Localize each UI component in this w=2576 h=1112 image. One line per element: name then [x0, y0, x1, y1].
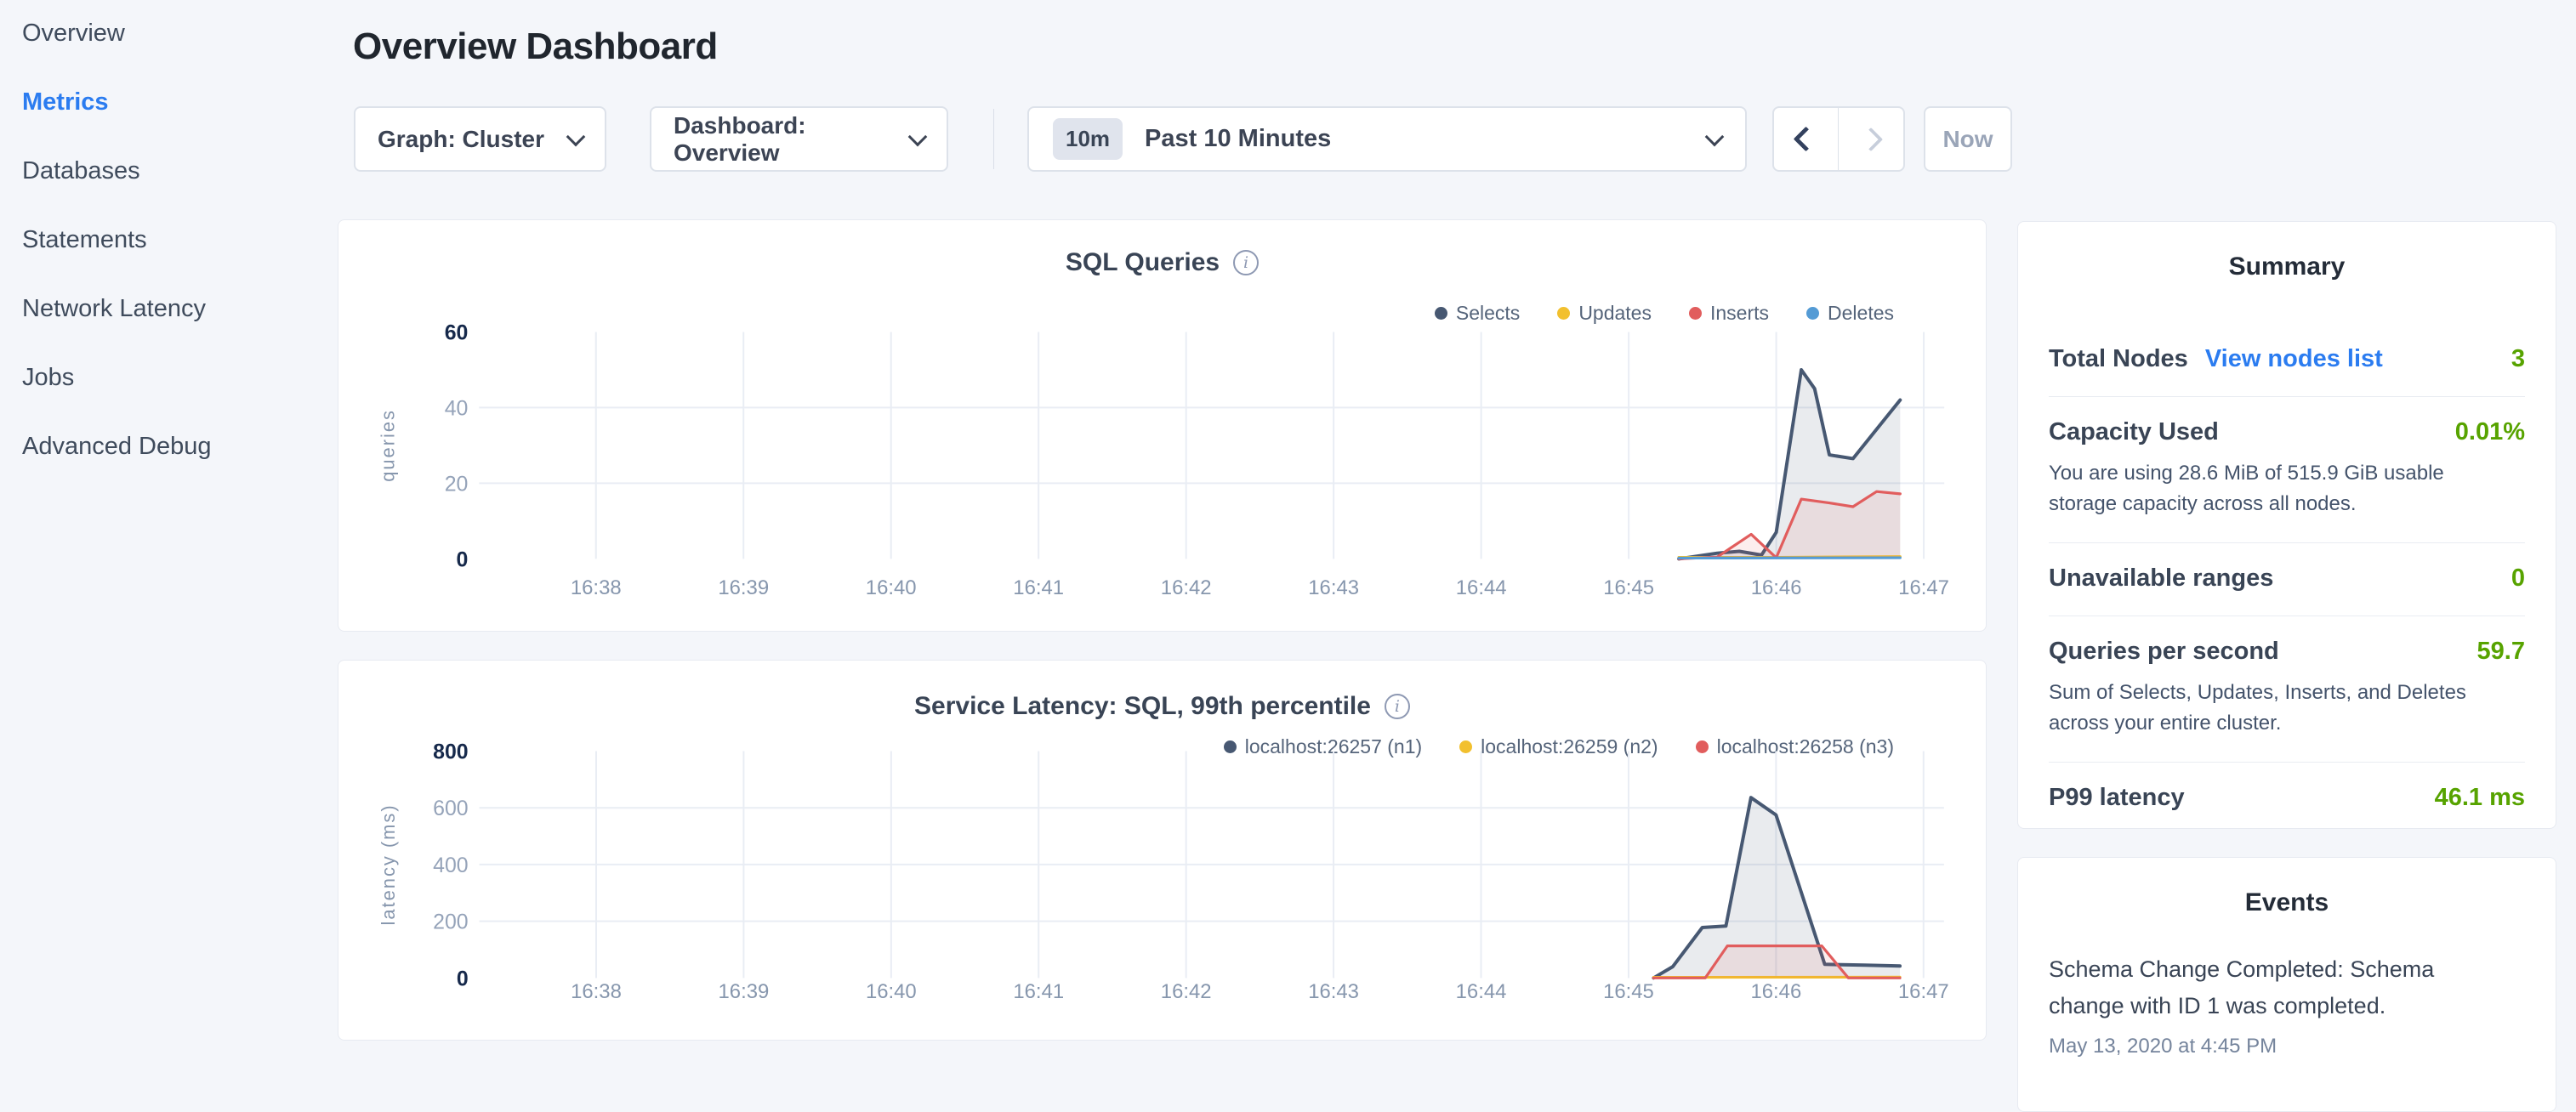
svg-text:16:41: 16:41 — [1013, 576, 1064, 599]
svg-text:600: 600 — [433, 797, 469, 820]
svg-text:16:42: 16:42 — [1161, 980, 1212, 1003]
summary-row: P99 latency 46.1 ms — [2049, 763, 2525, 835]
svg-text:60: 60 — [445, 321, 469, 344]
sidebar-item-databases[interactable]: Databases — [22, 158, 340, 184]
svg-text:16:43: 16:43 — [1308, 576, 1359, 599]
events-title: Events — [2049, 888, 2525, 917]
toolbar-divider — [993, 109, 994, 169]
svg-text:400: 400 — [433, 854, 469, 877]
events-list: Schema Change Completed: Schema change w… — [2049, 951, 2525, 1058]
svg-text:16:38: 16:38 — [571, 576, 622, 599]
svg-text:0: 0 — [457, 967, 469, 990]
time-window-badge: 10m — [1053, 118, 1123, 160]
summary-row: Unavailable ranges 0 — [2049, 543, 2525, 616]
summary-row-value: 0 — [2511, 565, 2525, 593]
chart-card-sql-queries: SQL Queries i SelectsUpdatesInsertsDelet… — [338, 219, 1987, 632]
svg-text:200: 200 — [433, 911, 469, 934]
now-button[interactable]: Now — [1924, 106, 2012, 172]
svg-text:20: 20 — [445, 472, 469, 496]
chevron-down-icon — [908, 127, 928, 146]
svg-text:16:39: 16:39 — [718, 576, 769, 599]
svg-text:0: 0 — [457, 547, 469, 571]
time-pager — [1772, 106, 1905, 172]
summary-panel: Summary Total Nodes View nodes list 3 Capac… — [2017, 221, 2556, 829]
summary-row-value: 46.1 ms — [2435, 784, 2525, 812]
svg-text:16:40: 16:40 — [866, 576, 917, 599]
svg-text:40: 40 — [445, 396, 469, 420]
sidebar-item-advanced-debug[interactable]: Advanced Debug — [22, 434, 340, 459]
now-button-label: Now — [1942, 126, 1993, 153]
svg-text:800: 800 — [433, 740, 469, 763]
chevron-down-icon — [566, 127, 586, 146]
svg-text:latency (ms): latency (ms) — [378, 803, 399, 925]
sidebar: Overview Metrics Databases Statements Networ… — [0, 0, 340, 1051]
chart-plot: 16:38 16:39 16:40 16:41 16:42 16:43 16:44 16:45… — [338, 661, 1986, 1040]
summary-row-label: Capacity Used — [2049, 418, 2219, 446]
previous-range-button[interactable] — [1774, 108, 1839, 170]
dashboard-selector-label: Dashboard: Overview — [674, 112, 911, 167]
graph-selector-dropdown[interactable]: Graph: Cluster — [354, 106, 606, 172]
svg-text:16:46: 16:46 — [1751, 576, 1802, 599]
view-nodes-list-link[interactable]: View nodes list — [2205, 345, 2383, 373]
summary-row-value: 59.7 — [2477, 638, 2525, 666]
summary-row-value: 3 — [2511, 345, 2525, 373]
admin-ui: Overview Metrics Databases Statements Networ… — [0, 0, 2576, 1051]
summary-row-value: 0.01% — [2455, 418, 2525, 446]
sidebar-item-jobs[interactable]: Jobs — [22, 365, 340, 390]
svg-text:16:43: 16:43 — [1308, 980, 1359, 1003]
summary-row: Capacity Used 0.01% You are using 28.6 MiB… — [2049, 397, 2525, 543]
summary-row-label: P99 latency — [2049, 784, 2185, 812]
events-panel: Events Schema Change Completed: Schema c… — [2017, 857, 2556, 1112]
chevron-left-icon — [1794, 127, 1819, 152]
chart-plot: 16:38 16:39 16:40 16:41 16:42 16:43 16:44 16:45… — [338, 220, 1986, 631]
graph-selector-label: Graph: Cluster — [378, 126, 544, 153]
summary-row: Total Nodes View nodes list 3 — [2049, 324, 2525, 397]
svg-text:16:45: 16:45 — [1603, 980, 1654, 1003]
summary-row: Queries per second 59.7 Sum of Selects, Up… — [2049, 616, 2525, 763]
summary-row-label: Total Nodes — [2049, 345, 2188, 373]
svg-text:16:38: 16:38 — [571, 980, 622, 1003]
summary-row-description: You are using 28.6 MiB of 515.9 GiB usab… — [2049, 458, 2504, 519]
svg-text:16:40: 16:40 — [866, 980, 917, 1003]
page-title: Overview Dashboard — [353, 26, 718, 68]
event-text: Schema Change Completed: Schema change w… — [2049, 951, 2457, 1024]
next-range-button[interactable] — [1839, 108, 1903, 170]
chart-card-service-latency: Service Latency: SQL, 99th percentile i … — [338, 660, 1987, 1041]
event-item: Schema Change Completed: Schema change w… — [2049, 951, 2525, 1058]
svg-text:16:39: 16:39 — [719, 980, 770, 1003]
time-window-label: Past 10 Minutes — [1145, 125, 1331, 153]
svg-text:16:47: 16:47 — [1898, 576, 1949, 599]
dashboard-selector-dropdown[interactable]: Dashboard: Overview — [650, 106, 948, 172]
svg-text:16:44: 16:44 — [1456, 576, 1507, 599]
summary-title: Summary — [2049, 252, 2525, 281]
time-range-dropdown[interactable]: 10m Past 10 Minutes — [1027, 106, 1747, 172]
svg-text:16:46: 16:46 — [1750, 980, 1801, 1003]
summary-rows: Total Nodes View nodes list 3 Capacity Used… — [2049, 324, 2525, 835]
svg-text:16:42: 16:42 — [1161, 576, 1212, 599]
svg-text:16:45: 16:45 — [1603, 576, 1654, 599]
summary-row-label: Queries per second — [2049, 638, 2279, 666]
sidebar-item-overview[interactable]: Overview — [22, 20, 340, 46]
chevron-right-icon — [1859, 127, 1883, 150]
svg-text:16:41: 16:41 — [1013, 980, 1064, 1003]
svg-text:16:44: 16:44 — [1456, 980, 1507, 1003]
event-timestamp: May 13, 2020 at 4:45 PM — [2049, 1035, 2525, 1058]
summary-row-description: Sum of Selects, Updates, Inserts, and De… — [2049, 678, 2504, 739]
chevron-down-icon — [1705, 127, 1725, 146]
sidebar-item-network-latency[interactable]: Network Latency — [22, 296, 340, 321]
svg-text:16:47: 16:47 — [1898, 980, 1949, 1003]
sidebar-item-statements[interactable]: Statements — [22, 227, 340, 252]
sidebar-item-metrics[interactable]: Metrics — [22, 89, 340, 115]
svg-text:queries: queries — [378, 409, 399, 482]
summary-row-label: Unavailable ranges — [2049, 565, 2273, 593]
